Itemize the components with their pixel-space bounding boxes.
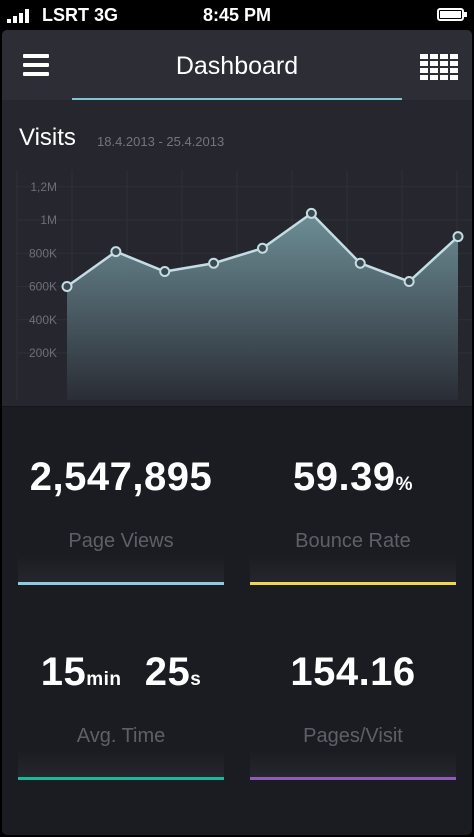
pages-visit-accent-bar [250,777,456,780]
page-title: Dashboard [175,52,299,80]
y-tick-label: 1M [40,213,57,227]
visits-area [67,213,458,400]
navbar: Dashboard [2,30,472,100]
bounce-rate-accent-bar [250,582,456,585]
bounce-rate-value: 59.39% [250,455,456,500]
avg-time-sec-unit: s [190,669,202,690]
avg-time-accent-bar [18,777,224,780]
visits-point [208,257,220,269]
bounce-rate-number: 59.39 [292,455,396,499]
battery-icon [437,8,467,21]
date-range: 18.4.2013 - 25.4.2013 [97,134,225,149]
y-tick-label: 600K [29,280,57,294]
stat-shade [250,750,456,778]
pages-visit-stat: 154.16 Pages/Visit [250,640,456,790]
page-views-value: 2,547,895 [29,455,213,499]
y-tick-label: 1,2M [30,180,57,194]
page-views-accent-bar [18,582,224,585]
avg-time-stat: 15min 25s Avg. Time [18,640,224,790]
bounce-rate-stat: 59.39% Bounce Rate [250,445,456,595]
grid-icon[interactable] [420,54,458,80]
avg-time-value: 15min 25s [18,650,224,695]
pages-visit-label: Pages/Visit [303,725,403,747]
visits-point [354,257,366,269]
visits-point [159,266,171,278]
stat-shade [18,555,224,583]
visits-point [403,276,415,288]
app-screen: Dashboard 1,2M 1M 800K 600K 400K 200K Visits … [2,30,472,835]
status-bar: LSRT 3G 8:45 PM [0,0,474,30]
stat-shade [18,750,224,778]
y-tick-label: 400K [29,313,57,327]
bounce-rate-label: Bounce Rate [295,530,411,552]
visits-point [61,281,73,292]
visits-point [305,207,317,219]
avg-time-label: Avg. Time [76,725,166,747]
page-views-stat: 2,547,895 Page Views [18,445,224,595]
visits-point [257,242,268,254]
visits-title: Visits [19,124,76,151]
y-tick-label: 800K [29,246,57,260]
clock: 8:45 PM [202,5,272,25]
avg-time-seconds: 25 [144,650,191,694]
visits-point [452,231,464,243]
visits-point [110,246,122,258]
y-tick-label: 200K [29,346,57,360]
page-views-label: Page Views [68,530,174,552]
avg-time-minutes: 15 [40,650,87,694]
pages-visit-value: 154.16 [290,650,416,694]
bounce-rate-unit: % [395,474,413,495]
stat-shade [250,555,456,583]
visits-chart-panel: 1,2M 1M 800K 600K 400K 200K Visits 18.4.2013 … [2,100,472,407]
avg-time-min-unit: min [86,669,122,690]
